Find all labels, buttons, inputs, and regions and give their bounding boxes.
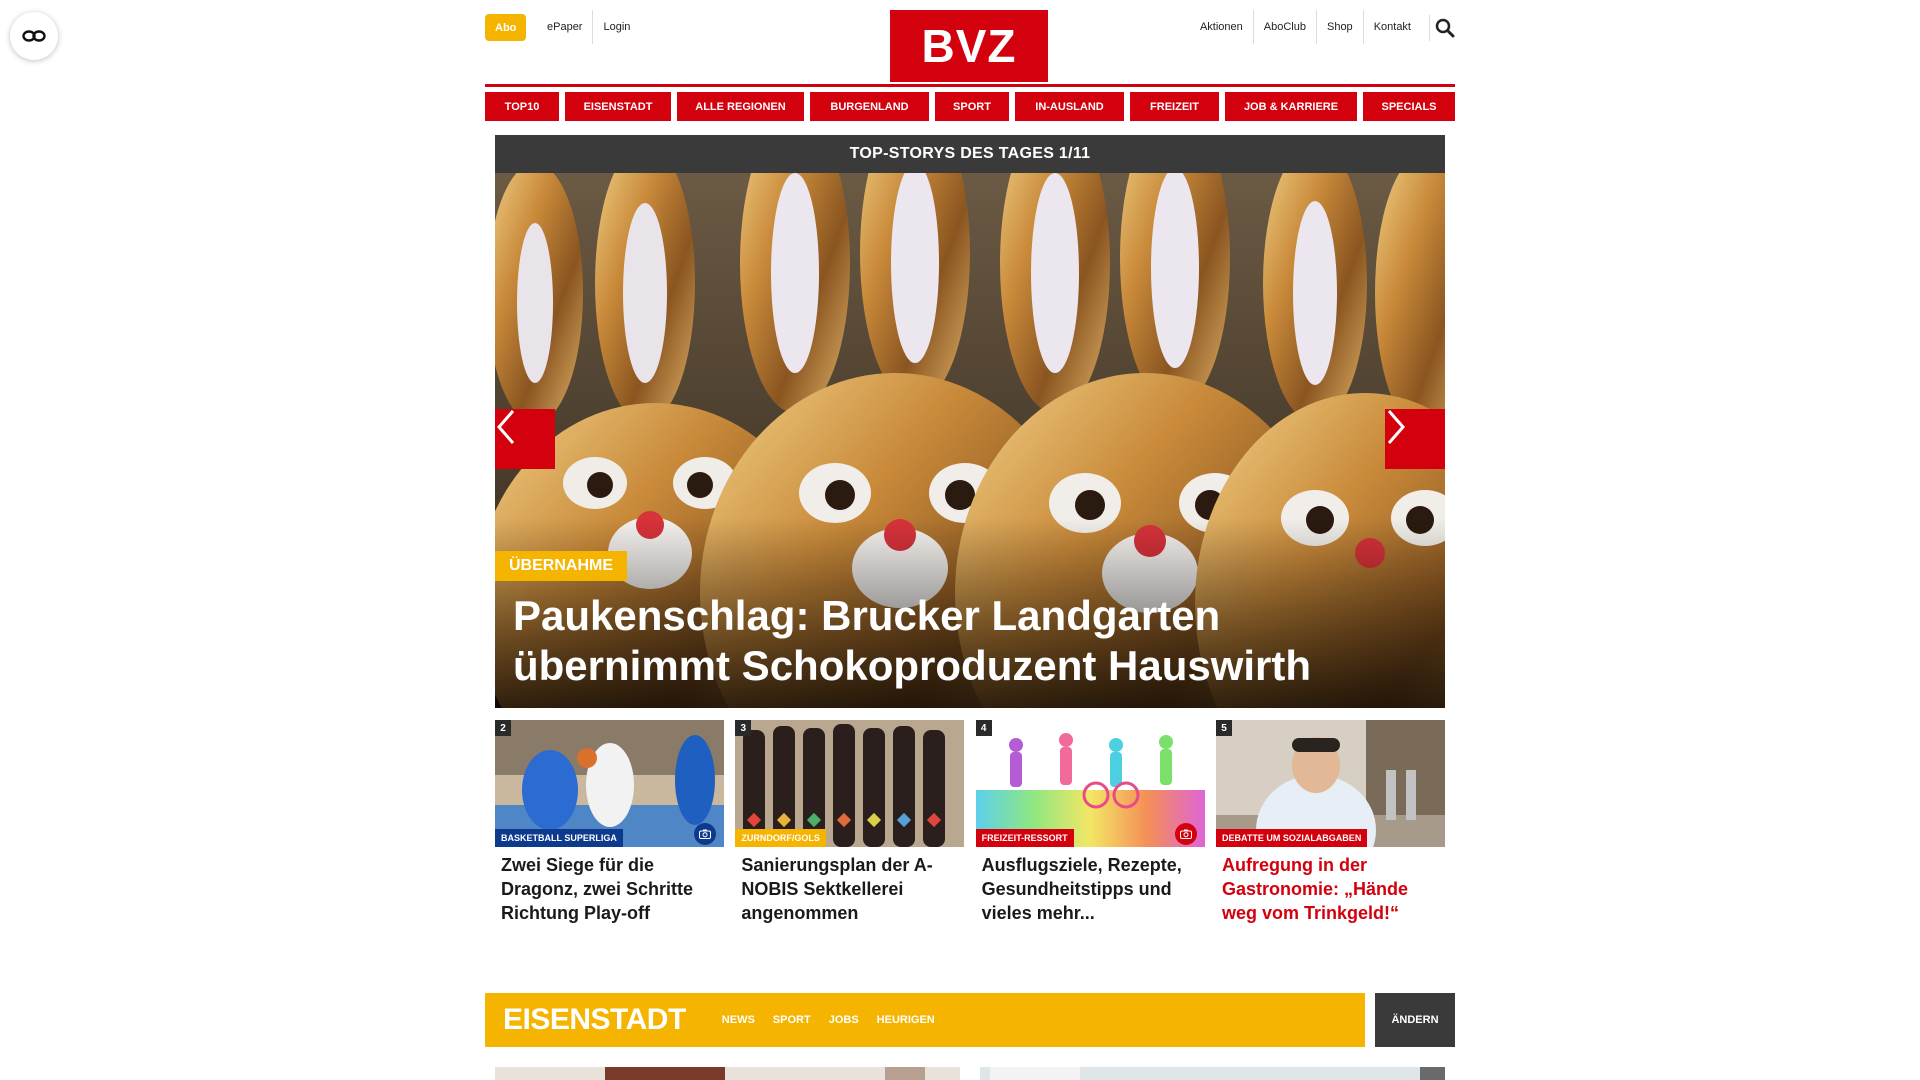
search-icon	[1435, 18, 1455, 38]
abo-button[interactable]: Abo	[485, 14, 527, 41]
region-link-jobs[interactable]: JOBS	[829, 1014, 859, 1026]
sparkling-wine-bottles-photo	[735, 720, 965, 847]
hero-category-tag[interactable]: ÜBERNAHME	[495, 551, 627, 581]
hero-image[interactable]: ÜBERNAHME Paukenschlag: Brucker Landgart…	[495, 173, 1445, 708]
region-link-news[interactable]: NEWS	[722, 1014, 755, 1026]
story-number: 2	[495, 720, 511, 736]
slider-prev-button[interactable]	[495, 409, 555, 469]
main-nav: TOP10 EISENSTADT ALLE REGIONEN BURGENLAN…	[485, 92, 1455, 121]
region-link-heurigen[interactable]: HEURIGEN	[877, 1014, 935, 1026]
nav-item-alle-regionen[interactable]: ALLE REGIONEN	[677, 92, 804, 121]
change-region-button[interactable]: ÄNDERN	[1375, 993, 1455, 1047]
epaper-link[interactable]: ePaper	[537, 10, 592, 44]
story-card[interactable]: 2 BASKETBALL SUPERLIGA Zwei Siege für di…	[495, 720, 724, 925]
region-link-sport[interactable]: SPORT	[773, 1014, 811, 1026]
story-card[interactable]: 4 FREIZEIT-RESSORT Ausflugsziele, Rezept…	[975, 720, 1205, 925]
story-image: 3 ZURNDORF/GOLS	[735, 720, 965, 847]
top-bar: Abo ePaper Login BVZ Aktionen AboClub Sh…	[485, 0, 1455, 84]
search-button[interactable]	[1429, 15, 1455, 41]
kontakt-link[interactable]: Kontakt	[1362, 10, 1421, 44]
gallery-badge	[1174, 823, 1197, 845]
region-photo-left	[495, 1067, 960, 1080]
aboclub-link[interactable]: AboClub	[1252, 10, 1316, 44]
top-links-left: ePaper Login	[537, 10, 640, 44]
region-title[interactable]: EISENSTADT	[503, 1003, 686, 1037]
chevron-left-icon	[497, 410, 515, 444]
slider-next-button[interactable]	[1385, 409, 1445, 469]
region-bar: EISENSTADT NEWS SPORT JOBS HEURIGEN ÄNDE…	[485, 993, 1455, 1047]
top-stories-slider: TOP-STORYS DES TAGES 1/11 ÜBERNAHME Pauk…	[495, 135, 1445, 708]
chevron-right-icon	[1387, 410, 1405, 444]
nav-item-eisenstadt[interactable]: EISENSTADT	[565, 92, 671, 121]
camera-icon	[1179, 829, 1192, 839]
region-header: EISENSTADT NEWS SPORT JOBS HEURIGEN	[485, 993, 1365, 1047]
story-category-tag: DEBATTE UM SOZIALABGABEN	[1215, 829, 1368, 847]
nav-item-specials[interactable]: SPECIALS	[1363, 92, 1455, 121]
story-number: 4	[975, 720, 992, 736]
header-divider	[485, 84, 1455, 87]
hero-headline[interactable]: Paukenschlag: Brucker Landgarten übernim…	[513, 591, 1405, 691]
leisure-illustration	[975, 720, 1205, 847]
region-photo-right	[980, 1067, 1445, 1080]
story-image: 4 FREIZEIT-RESSORT	[975, 720, 1205, 847]
aktionen-link[interactable]: Aktionen	[1190, 10, 1253, 44]
nav-item-freizeit[interactable]: FREIZEIT	[1130, 92, 1219, 121]
bvz-logo[interactable]: BVZ	[890, 10, 1048, 82]
story-cards: 2 BASKETBALL SUPERLIGA Zwei Siege für di…	[495, 720, 1445, 925]
story-image: 2 BASKETBALL SUPERLIGA	[495, 720, 724, 847]
basketball-photo	[495, 720, 724, 847]
gallery-badge	[694, 823, 716, 845]
login-link[interactable]: Login	[592, 10, 640, 44]
story-title[interactable]: Zwei Siege für die Dragonz, zwei Schritt…	[495, 847, 724, 925]
nav-item-in-ausland[interactable]: IN-AUSLAND	[1015, 92, 1124, 121]
slider-heading: TOP-STORYS DES TAGES 1/11	[495, 135, 1445, 173]
reader-mode-button[interactable]	[10, 12, 58, 60]
story-image: 5 DEBATTE UM SOZIALABGABEN	[1215, 720, 1445, 847]
story-category-tag: BASKETBALL SUPERLIGA	[495, 829, 623, 847]
gastronomy-photo	[1215, 720, 1445, 847]
story-card[interactable]: 3 ZURNDORF/GOLS Sanierungsplan der A-NOB…	[735, 720, 965, 925]
story-card[interactable]: 5 DEBATTE UM SOZIALABGABEN Aufregung in …	[1215, 720, 1445, 925]
page-wrapper: Abo ePaper Login BVZ Aktionen AboClub Sh…	[485, 0, 1455, 1080]
story-title[interactable]: Ausflugsziele, Rezepte, Gesundheitstipps…	[976, 847, 1205, 925]
story-number: 5	[1215, 720, 1232, 736]
story-title[interactable]: Sanierungsplan der A-NOBIS Sektkellerei …	[735, 847, 964, 925]
nav-item-burgenland[interactable]: BURGENLAND	[810, 92, 929, 121]
camera-icon	[699, 829, 711, 839]
region-story-image-left	[495, 1067, 960, 1080]
nav-item-sport[interactable]: SPORT	[935, 92, 1009, 121]
glasses-icon	[22, 30, 46, 42]
story-title[interactable]: Aufregung in der Gastronomie: „Hände weg…	[1216, 847, 1445, 925]
top-links-right: Aktionen AboClub Shop Kontakt	[1190, 10, 1421, 44]
story-category-tag: FREIZEIT-RESSORT	[975, 829, 1074, 847]
shop-link[interactable]: Shop	[1315, 10, 1363, 44]
region-story-image-right	[980, 1067, 1445, 1080]
nav-item-top10[interactable]: TOP10	[485, 92, 559, 121]
nav-item-job-karriere[interactable]: JOB & KARRIERE	[1225, 92, 1357, 121]
story-number: 3	[735, 720, 752, 736]
story-category-tag: ZURNDORF/GOLS	[735, 829, 826, 847]
